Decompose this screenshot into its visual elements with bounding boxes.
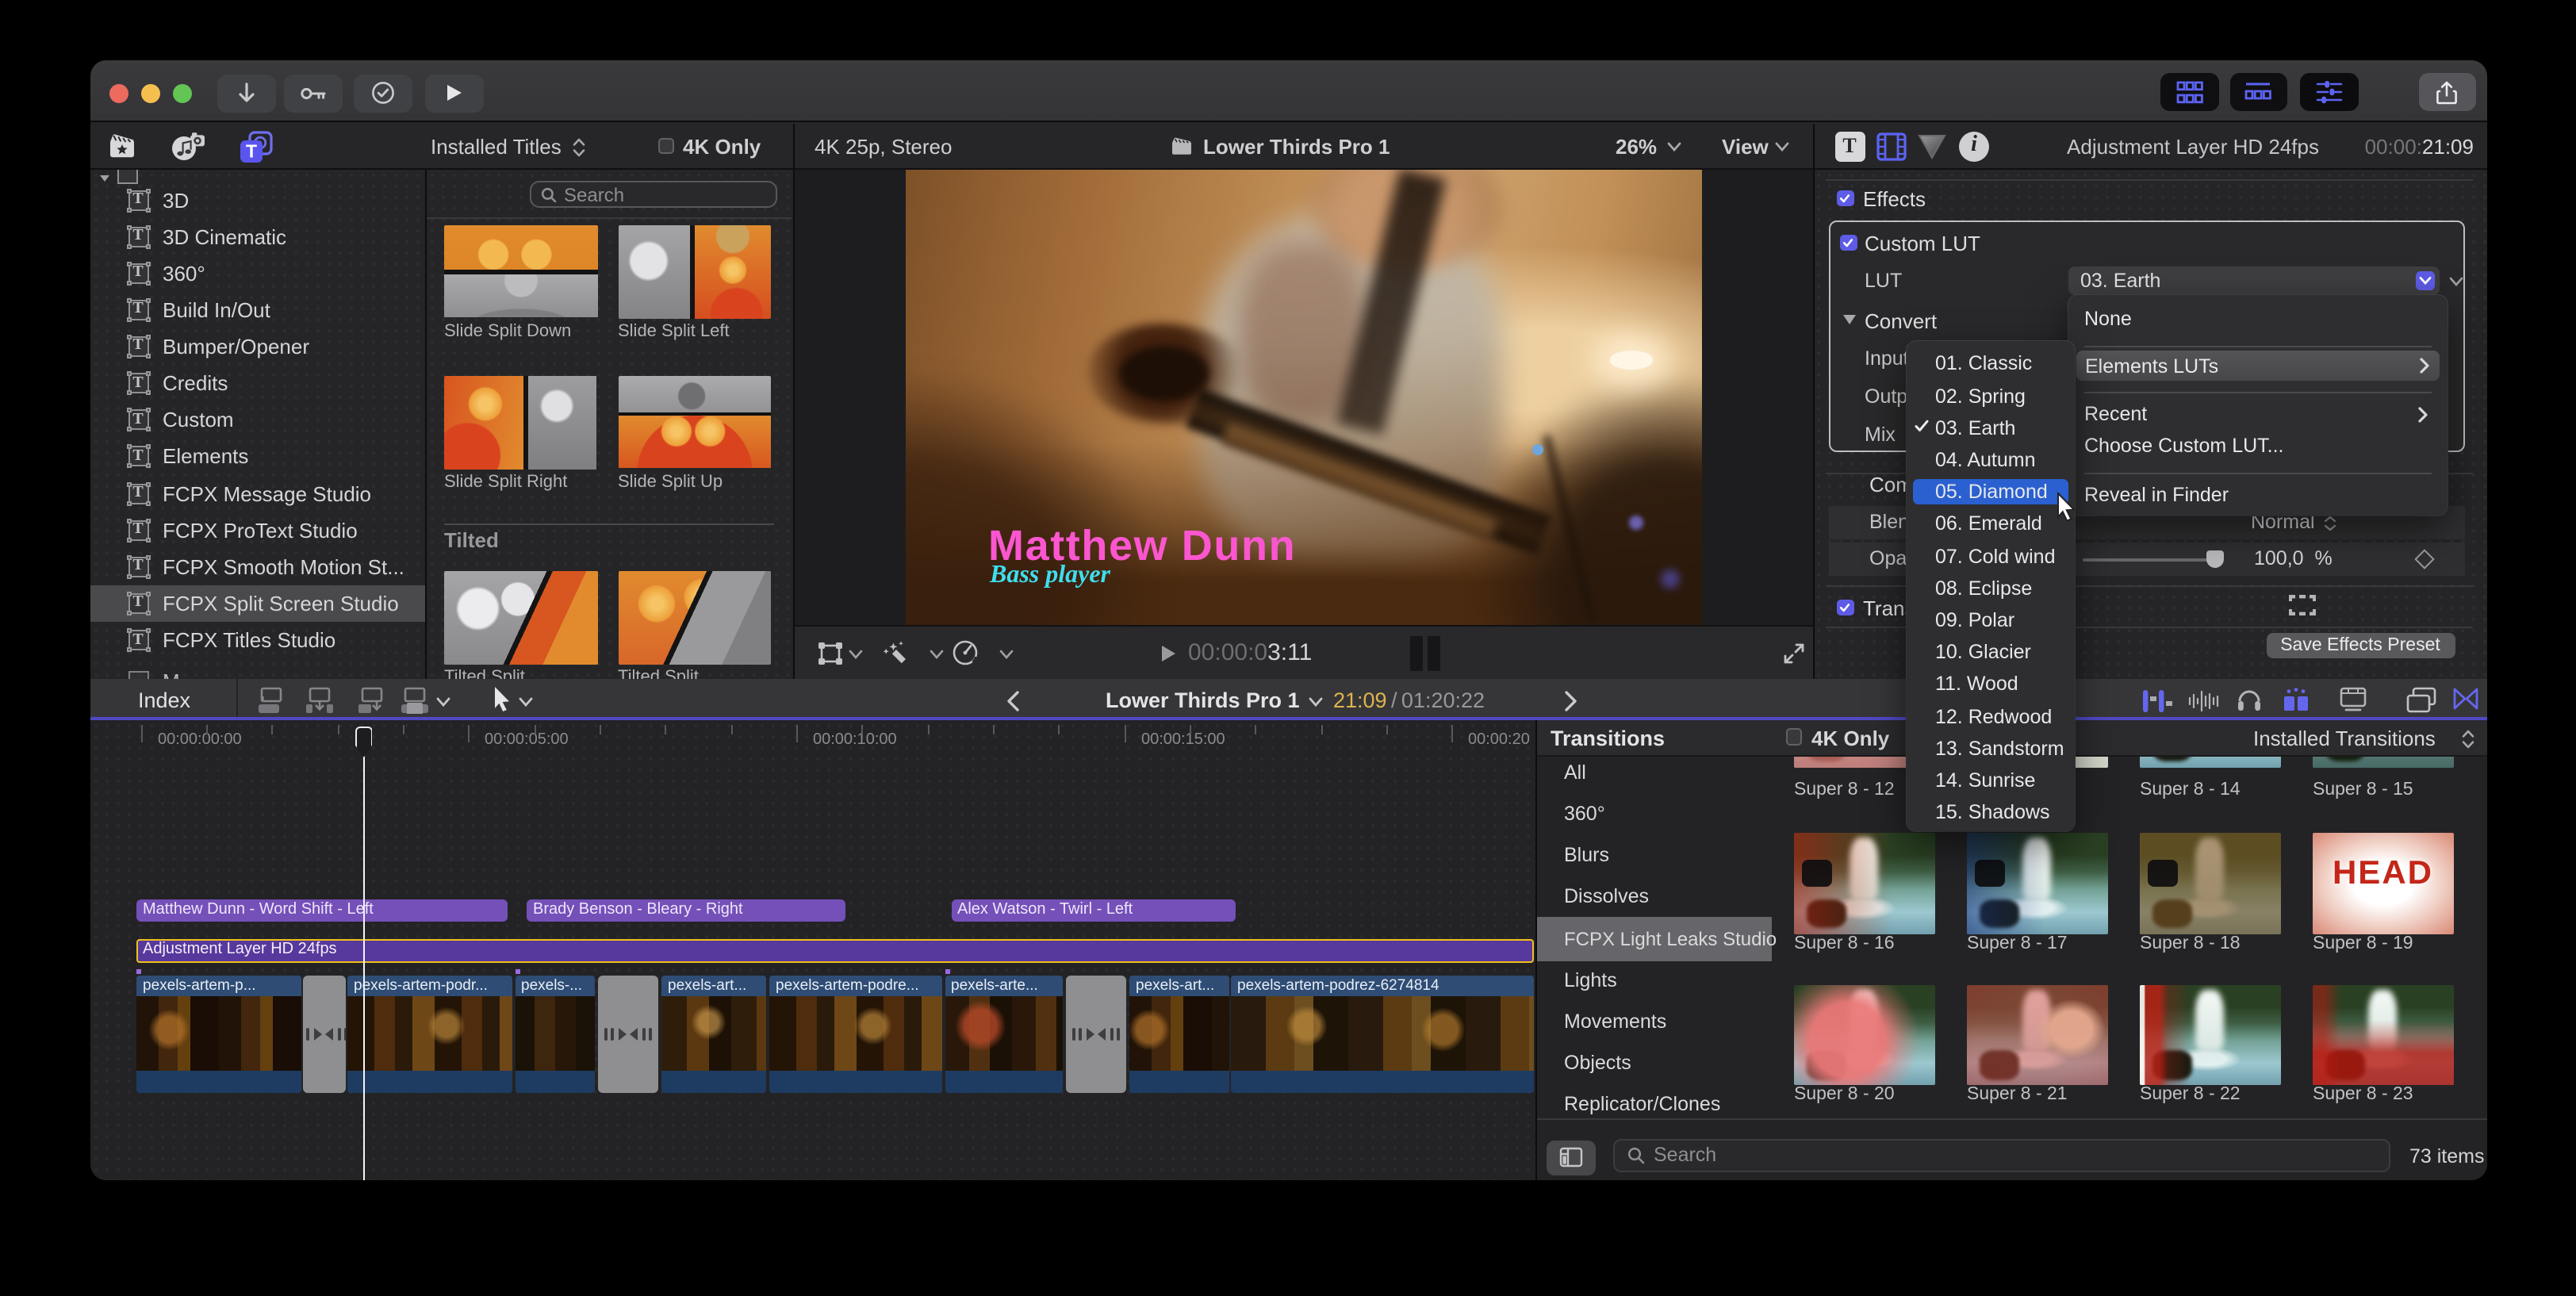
svg-text:T: T <box>245 140 256 161</box>
